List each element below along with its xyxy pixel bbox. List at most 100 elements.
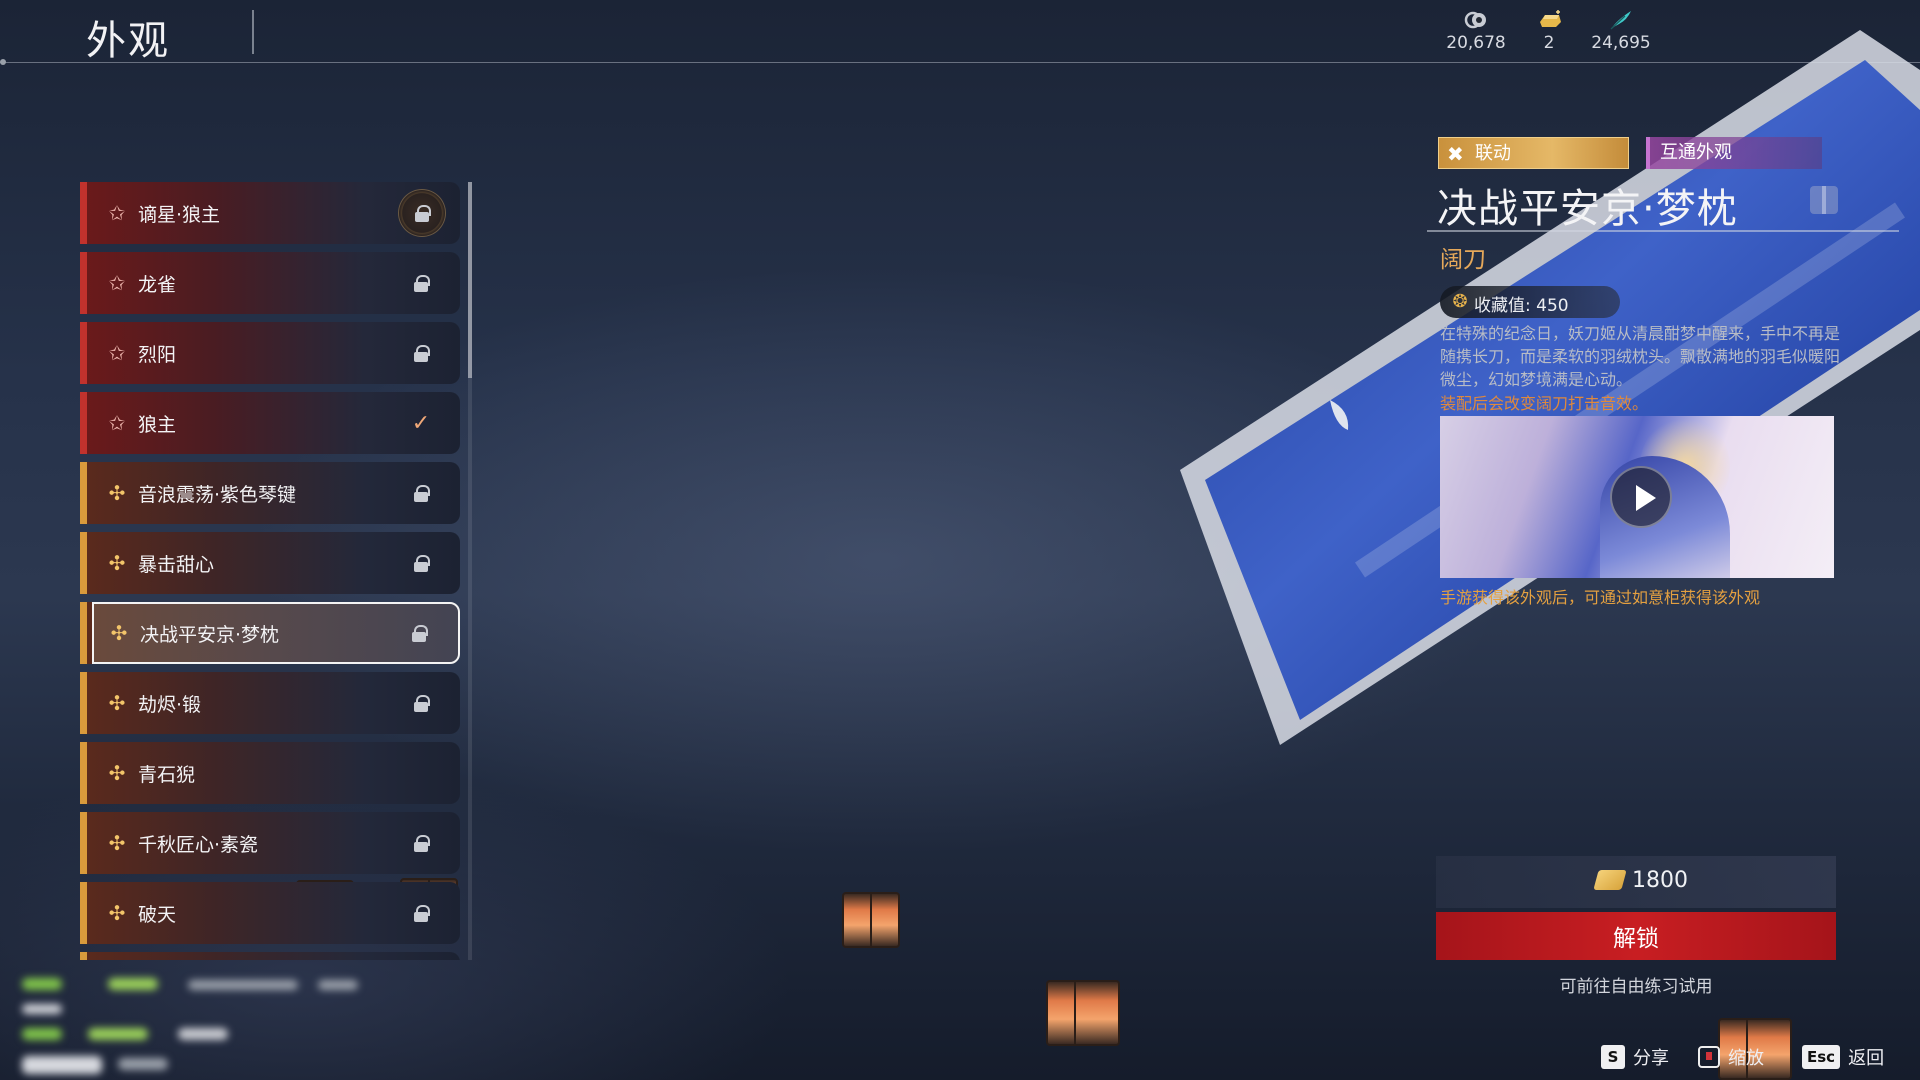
shuriken-rank-icon: ✣	[108, 691, 126, 715]
key-s: S	[1601, 1045, 1625, 1069]
feather-icon	[1609, 10, 1633, 30]
currency-feather: 24,695	[1581, 10, 1661, 53]
lock-icon	[410, 482, 432, 504]
skin-item[interactable]: ✩ 狼主 ✓	[80, 392, 460, 454]
lock-icon	[410, 692, 432, 714]
lock-icon	[410, 552, 432, 574]
rarity-accent	[80, 322, 87, 384]
lock-icon	[408, 622, 430, 644]
back-hotkey[interactable]: Esc 返回	[1802, 1044, 1884, 1070]
shuriken-rank-icon: ✣	[110, 621, 128, 645]
top-bar: 外观 20,678 2 24,695	[0, 0, 1920, 65]
rarity-accent	[80, 742, 87, 804]
skin-description: 在特殊的纪念日，妖刀姬从清晨酣梦中醒来，手中不再是随携长刀，而是柔软的羽绒枕头。…	[1440, 324, 1841, 389]
gold-ingot-icon	[1537, 10, 1561, 30]
tickets-value: 20,678	[1446, 33, 1506, 53]
title-separator	[252, 10, 254, 54]
rarity-accent	[80, 252, 87, 314]
skin-name: 劫烬·锻	[138, 693, 202, 716]
skin-name: 龙雀	[138, 273, 177, 296]
rarity-accent	[80, 602, 87, 664]
rarity-accent	[80, 462, 87, 524]
weapon-type: 阔刀	[1440, 247, 1486, 273]
skin-item[interactable]: ✣ 破天	[80, 882, 460, 944]
crossed-blades-icon: ✖	[1447, 142, 1464, 166]
effect-note: 装配后会改变阔刀打击音效。	[1440, 394, 1649, 413]
play-button-icon[interactable]	[1610, 466, 1672, 528]
blurred-region	[18, 958, 358, 1080]
skin-name: 谪星·狼主	[138, 203, 221, 226]
obtain-note: 手游获得该外观后，可通过如意柜获得该外观	[1440, 588, 1761, 607]
feather-value: 24,695	[1591, 33, 1651, 53]
skin-title: 决战平安京·梦枕	[1437, 186, 1738, 232]
skin-item[interactable]: ✩ 烈阳	[80, 322, 460, 384]
skin-name: 狼主	[138, 413, 177, 436]
collection-swirl-icon: ❂	[1452, 291, 1468, 312]
skin-item[interactable]: ✣ 音浪震荡·紫色琴键	[80, 462, 460, 524]
skin-name: 烈阳	[138, 343, 177, 366]
star-rank-icon: ✩	[108, 201, 126, 225]
list-scrollbar-thumb[interactable]	[468, 182, 472, 378]
skin-name: 音浪震荡·紫色琴键	[138, 483, 297, 506]
collection-value-pill: ❂ 收藏值: 450	[1440, 286, 1620, 318]
lock-icon	[410, 902, 432, 924]
shuriken-rank-icon: ✣	[108, 481, 126, 505]
rarity-accent	[80, 392, 87, 454]
lantern-decoration	[842, 892, 900, 948]
rarity-accent	[80, 882, 87, 944]
skin-item[interactable]: ✩ 龙雀	[80, 252, 460, 314]
mouse-zoom-icon	[1698, 1046, 1720, 1068]
star-rank-icon: ✩	[108, 341, 126, 365]
lock-icon	[410, 272, 432, 294]
share-label: 分享	[1633, 1048, 1669, 1069]
skin-name: 破天	[138, 903, 177, 926]
unlock-button[interactable]: 解锁	[1436, 912, 1836, 960]
gift-icon[interactable]	[1810, 186, 1838, 214]
shuriken-rank-icon: ✣	[108, 831, 126, 855]
rarity-accent	[80, 672, 87, 734]
shuriken-rank-icon: ✣	[108, 901, 126, 925]
lantern-decoration	[1046, 980, 1120, 1046]
practice-note: 可前往自由练习试用	[1559, 977, 1713, 997]
skin-item[interactable]: ✣ 劫烬·锻	[80, 672, 460, 734]
price-box: 1800	[1436, 856, 1836, 908]
skin-item-selected[interactable]: ✣ 决战平安京·梦枕	[92, 602, 460, 664]
lock-badge-icon	[398, 189, 446, 237]
ticket-coin-icon	[1464, 10, 1488, 30]
gold-ingot-icon	[1593, 870, 1627, 890]
price-value: 1800	[1632, 868, 1688, 893]
preview-video[interactable]	[1440, 416, 1834, 578]
shuriken-rank-icon: ✣	[108, 551, 126, 575]
zoom-hotkey[interactable]: 缩放	[1698, 1044, 1764, 1070]
star-rank-icon: ✩	[108, 411, 126, 435]
skin-name: 暴击甜心	[138, 553, 215, 576]
rarity-accent	[80, 532, 87, 594]
collab-tag-label: 联动	[1475, 143, 1511, 164]
skin-item[interactable]: ✣ 千秋匠心·素瓷	[80, 812, 460, 874]
skin-name: 决战平安京·梦枕	[140, 623, 280, 646]
skin-item[interactable]: ✣ 暴击甜心	[80, 532, 460, 594]
rarity-accent	[80, 182, 87, 244]
currency-gold: 2	[1509, 10, 1589, 53]
skin-name: 千秋匠心·素瓷	[138, 833, 259, 856]
page-title: 外观	[86, 18, 170, 64]
collection-value: 收藏值: 450	[1474, 296, 1569, 316]
back-label: 返回	[1848, 1048, 1885, 1069]
rarity-accent	[80, 812, 87, 874]
collab-tag: ✖ 联动	[1438, 137, 1629, 169]
share-hotkey[interactable]: S 分享	[1601, 1044, 1669, 1070]
shared-skin-tag: 互通外观	[1646, 137, 1822, 169]
skin-item[interactable]: ✩ 谪星·狼主	[80, 182, 460, 244]
currency-tickets: 20,678	[1436, 10, 1516, 53]
shuriken-rank-icon: ✣	[108, 761, 126, 785]
star-rank-icon: ✩	[108, 271, 126, 295]
skin-name: 青石猊	[138, 763, 196, 786]
lock-icon	[410, 832, 432, 854]
gold-value: 2	[1543, 33, 1555, 53]
skin-list[interactable]: ✩ 谪星·狼主 ✩ 龙雀 ✩ 烈阳 ✩ 狼主 ✓ ✣ 音浪震荡·紫色琴键 ✣ 暴…	[80, 182, 460, 960]
title-underline	[1427, 230, 1899, 232]
skin-item[interactable]: ✣ 青石猊	[80, 742, 460, 804]
lock-icon	[410, 342, 432, 364]
header-divider	[0, 59, 1920, 65]
shared-skin-label: 互通外观	[1660, 142, 1732, 163]
